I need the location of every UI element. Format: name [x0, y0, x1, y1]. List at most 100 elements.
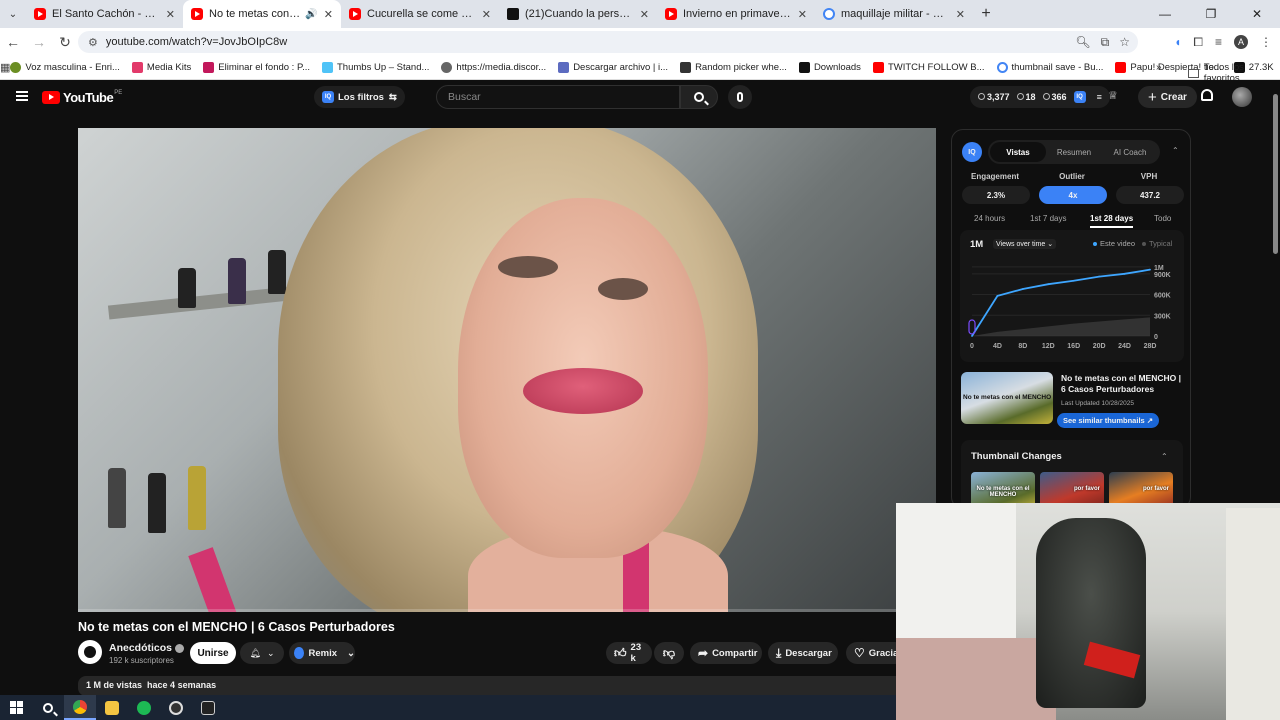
y-tick-label: 600K	[1154, 293, 1171, 300]
bookmark[interactable]: Thumbs Up – Stand...	[322, 62, 429, 73]
bottle	[268, 250, 286, 294]
dislike-button[interactable]: 👎︎	[654, 642, 684, 664]
bookmark[interactable]: Eliminar el fondo : P...	[203, 62, 310, 73]
spotify-taskbar-button[interactable]	[128, 695, 160, 720]
forward-icon[interactable]: →	[26, 28, 52, 56]
description-box[interactable]: 1 M de vistas hace 4 semanas	[78, 676, 936, 696]
explorer-taskbar-button[interactable]	[96, 695, 128, 720]
restore-icon[interactable]: ❐	[1188, 0, 1234, 28]
range-tab[interactable]: 24 hours	[974, 214, 1005, 223]
browser-tab[interactable]: El Santo Cachón - Los Embajad✕	[26, 0, 183, 28]
chrome-taskbar-button[interactable]	[64, 695, 96, 720]
create-button[interactable]: + Crear	[1138, 86, 1197, 108]
range-tab[interactable]: Todo	[1154, 214, 1171, 223]
channel-stats[interactable]: 3,377 18 366 IQ ≡	[970, 86, 1110, 108]
close-icon[interactable]: ✕	[798, 8, 807, 21]
x-tick-label: 16D	[1067, 343, 1080, 350]
iq-logo-icon: IQ	[962, 142, 982, 162]
bookmark[interactable]: Descargar archivo | i...	[558, 62, 668, 73]
menu-icon[interactable]	[16, 91, 28, 101]
filters-button[interactable]: IQ Los filtros ⇆	[314, 86, 405, 108]
address-bar[interactable]: ⚙ youtube.com/watch?v=JovJbOIpC8w 🔍︎ ⧉ ☆	[78, 31, 1138, 53]
start-button[interactable]	[0, 695, 32, 720]
search-input[interactable]: Buscar	[436, 85, 680, 109]
channel-avatar[interactable]	[78, 640, 102, 664]
y-tick-label: 900K	[1154, 272, 1171, 279]
channel-name[interactable]: Anecdóticos	[109, 642, 185, 654]
more-bookmarks-icon[interactable]: »	[1156, 62, 1162, 73]
site-info-icon[interactable]: ⚙	[88, 36, 98, 49]
extension-icon[interactable]: ◖	[1174, 35, 1181, 49]
zoom-icon[interactable]: 🔍︎	[1075, 35, 1090, 49]
url-text[interactable]: youtube.com/watch?v=JovJbOIpC8w	[106, 36, 287, 48]
reload-icon[interactable]: ↻	[52, 28, 78, 56]
tab-vistas[interactable]: Vistas	[990, 142, 1046, 162]
voice-search-button[interactable]	[728, 85, 752, 109]
share-button[interactable]: ➦ Compartir	[690, 642, 762, 664]
youtube-logo[interactable]: YouTube PE	[42, 90, 122, 105]
bookmark[interactable]: Downloads	[798, 62, 861, 73]
install-app-icon[interactable]: ⧉	[1101, 35, 1110, 50]
youtube-icon	[1115, 62, 1127, 73]
video-player[interactable]	[78, 128, 936, 612]
browser-tab[interactable]: Cucurella se come una paella -✕	[341, 0, 499, 28]
microphone-icon	[737, 92, 743, 102]
new-tab-icon[interactable]: +	[973, 5, 999, 23]
tab-resumen[interactable]: Resumen	[1046, 142, 1102, 162]
x-tick-label: 0	[970, 343, 974, 350]
back-icon[interactable]: ←	[0, 28, 26, 56]
collapse-chevron-icon[interactable]: ⌃	[1161, 452, 1168, 461]
bookmark[interactable]: Media Kits	[131, 62, 191, 73]
scrollbar-thumb[interactable]	[1273, 94, 1278, 254]
media-icon[interactable]: ≡	[1215, 35, 1222, 49]
trophy-icon[interactable]: ♕	[1108, 89, 1118, 102]
obs-taskbar-button[interactable]	[160, 695, 192, 720]
close-icon[interactable]: ✕	[640, 8, 649, 21]
minimize-icon[interactable]: —	[1142, 0, 1188, 28]
google-icon	[996, 62, 1008, 73]
range-tab-active[interactable]: 1st 28 days	[1090, 214, 1134, 228]
menu-kebab-icon[interactable]: ⋮	[1260, 35, 1272, 49]
bookmark[interactable]: TWITCH FOLLOW B...	[872, 62, 985, 73]
tab-ai-coach[interactable]: AI Coach	[1102, 142, 1158, 162]
user-avatar[interactable]	[1232, 87, 1252, 107]
subscription-bell-button[interactable]: 🔔︎ ⌄	[240, 642, 284, 664]
notifications-bell-icon[interactable]	[1201, 89, 1213, 101]
close-icon[interactable]: ✕	[482, 8, 491, 21]
close-icon[interactable]: ✕	[324, 8, 333, 21]
collapse-chevron-icon[interactable]: ⌃	[1172, 146, 1179, 155]
close-window-icon[interactable]: ✕	[1234, 0, 1280, 28]
bookmark-star-icon[interactable]: ☆	[1119, 35, 1130, 49]
subscriber-count: 192 k suscriptores	[109, 656, 174, 665]
remix-button[interactable]: Remix ⌄	[289, 642, 355, 664]
browser-tab[interactable]: (21)Cuando la persona que m✕	[499, 0, 657, 28]
search-taskbar-button[interactable]	[32, 695, 64, 720]
close-icon[interactable]: ✕	[166, 8, 175, 21]
video-card-thumbnail[interactable]: No te metas con el MENCHO	[961, 372, 1053, 424]
range-tab[interactable]: 1st 7 days	[1030, 214, 1066, 223]
bookmark[interactable]: Voz masculina - Enri...	[10, 62, 120, 73]
apps-grid-icon[interactable]: ▦	[0, 61, 10, 74]
close-icon[interactable]: ✕	[956, 8, 965, 21]
download-button[interactable]: ⤓ Descargar	[768, 642, 838, 664]
youtube-play-icon	[42, 91, 60, 104]
speaker-icon[interactable]: 🔊	[305, 9, 317, 20]
chevron-down-icon: ⌄	[347, 647, 355, 659]
video-progress-bar[interactable]	[78, 609, 936, 612]
extensions-puzzle-icon[interactable]: ⧠	[1193, 35, 1203, 50]
sliders-icon: ⇆	[388, 91, 397, 103]
browser-tab[interactable]: maquillaje militar - Buscar con✕	[815, 0, 973, 28]
x-tick-label: 24D	[1118, 343, 1131, 350]
bookmark[interactable]: https://media.discor...	[441, 62, 546, 73]
bookmark[interactable]: thumbnail save - Bu...	[996, 62, 1103, 73]
search-button[interactable]	[680, 85, 718, 109]
profile-avatar[interactable]: A	[1234, 35, 1248, 49]
tab-search-chevron-icon[interactable]: ⌄	[0, 0, 26, 28]
like-button[interactable]: 👍︎ 23 k	[606, 642, 652, 664]
join-button[interactable]: Unirse	[190, 642, 236, 664]
bookmark[interactable]: Random picker whe...	[680, 62, 787, 73]
see-similar-button[interactable]: See similar thumbnails ↗	[1057, 413, 1160, 428]
browser-tab-active[interactable]: No te metas con el MENCH🔊✕	[183, 0, 341, 28]
browser-tab[interactable]: Invierno en primavera- Guayac✕	[657, 0, 815, 28]
epic-taskbar-button[interactable]	[192, 695, 224, 720]
